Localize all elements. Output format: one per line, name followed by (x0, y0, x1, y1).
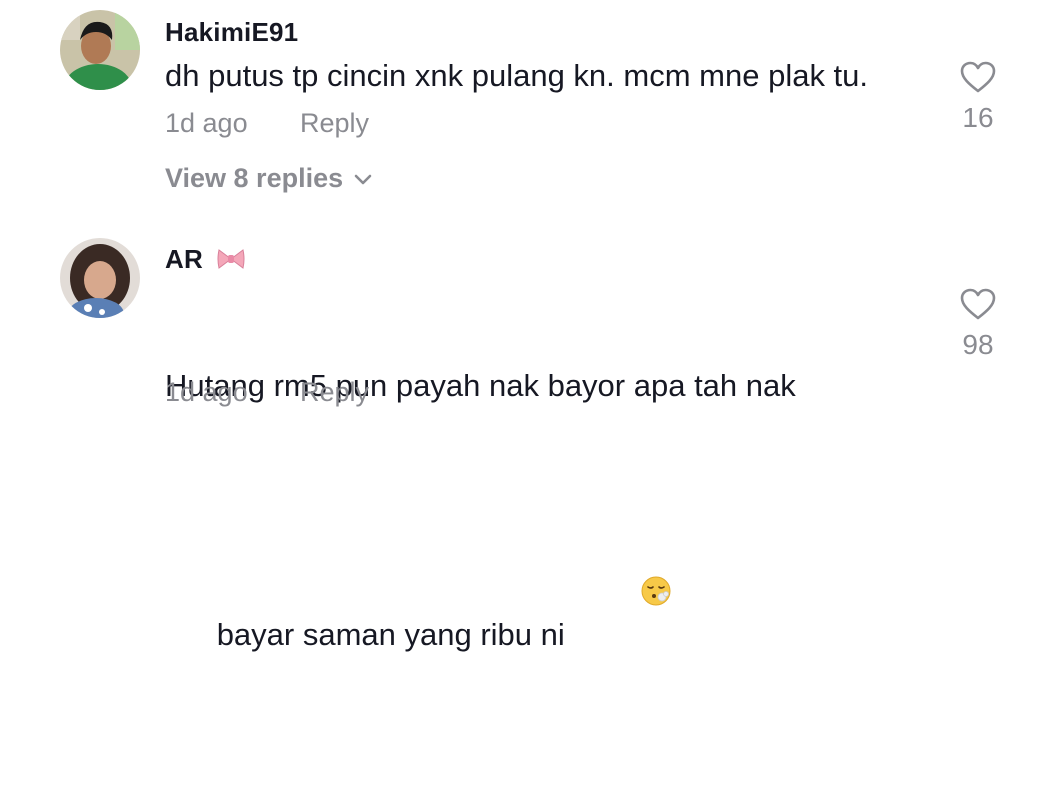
like-count: 98 (962, 329, 994, 360)
timestamp: 1d ago (165, 377, 248, 407)
username[interactable]: AR (165, 244, 246, 278)
comment-text: Hutang rm5 pun payah nak bayor apa tah n… (165, 281, 925, 786)
heart-outline-icon (943, 287, 1013, 321)
username-label: AR (165, 244, 203, 274)
reply-button[interactable]: Reply (300, 377, 369, 408)
chevron-down-icon (353, 163, 373, 194)
avatar[interactable] (60, 238, 140, 318)
heart-outline-icon (943, 60, 1013, 94)
comment-text: dh putus tp cincin xnk pulang kn. mcm mn… (165, 58, 869, 93)
reply-button[interactable]: Reply (300, 108, 369, 139)
view-replies-label: View 8 replies (165, 163, 344, 193)
view-replies-button[interactable]: View 8 replies (165, 163, 373, 194)
avatar[interactable] (60, 10, 140, 90)
timestamp: 1d ago (165, 108, 248, 138)
comment-item: AR Hutang rm5 pun payah nak bayor apa ta… (0, 230, 1052, 652)
comment-item: HakimiE91 dh putus tp cincin xnk pulang … (0, 0, 1052, 210)
bow-emoji-icon (216, 247, 246, 278)
username[interactable]: HakimiE91 (165, 17, 298, 48)
like-count: 16 (962, 102, 994, 133)
comment-text-line: Hutang rm5 pun payah nak bayor apa tah n… (165, 368, 796, 403)
face-exhaling-emoji-icon (571, 533, 672, 660)
like-button[interactable]: 16 (943, 60, 1013, 134)
comment-text-line: bayar saman yang ribu ni (165, 491, 925, 702)
comment-text-fragment: bayar saman yang ribu ni (216, 617, 565, 652)
like-button[interactable]: 98 (943, 287, 1013, 361)
